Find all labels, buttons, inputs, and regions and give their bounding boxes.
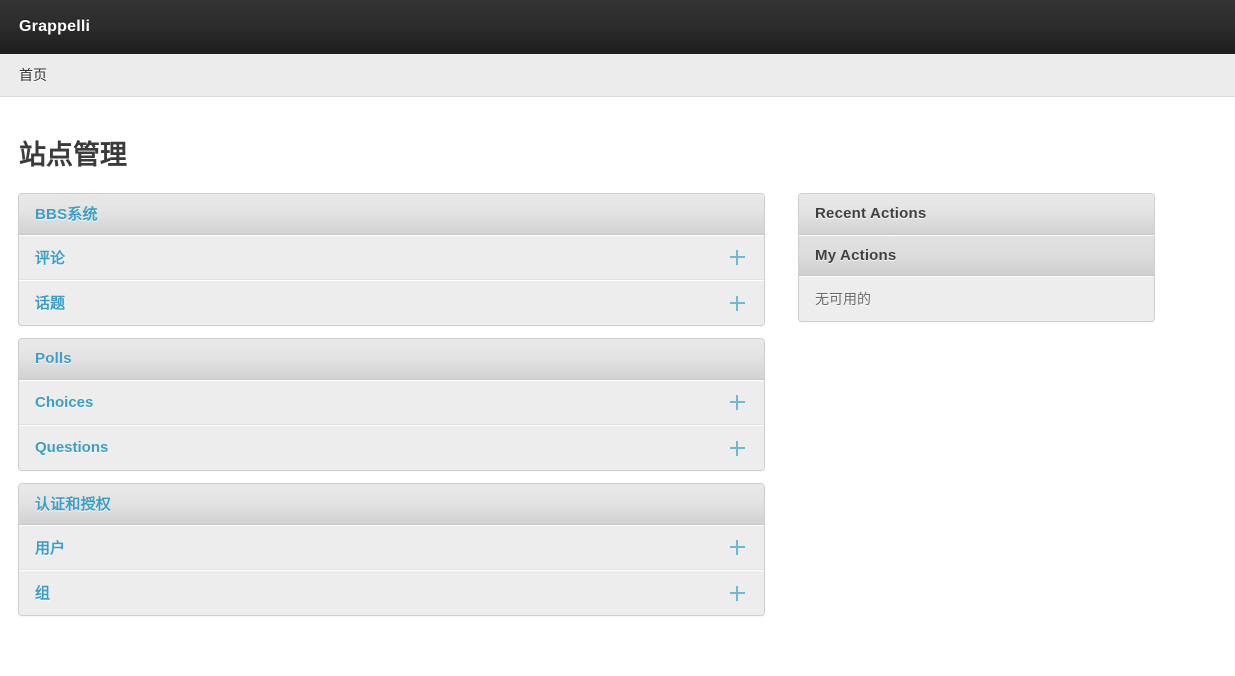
recent-actions-module: Recent Actions My Actions 无可用的	[798, 193, 1155, 322]
breadcrumb: 首页	[0, 54, 1235, 97]
page-title: 站点管理	[0, 97, 1235, 171]
plus-icon[interactable]	[726, 437, 748, 459]
app-module-title: Polls	[35, 350, 72, 367]
model-row[interactable]: 评论	[19, 235, 764, 280]
model-link[interactable]: 评论	[35, 247, 726, 268]
app-module-title: 认证和授权	[35, 493, 111, 514]
model-row[interactable]: 用户	[19, 525, 764, 570]
recent-actions-header: Recent Actions	[799, 194, 1154, 235]
breadcrumb-item-home[interactable]: 首页	[19, 65, 47, 85]
recent-actions-title: Recent Actions	[815, 205, 926, 222]
model-link[interactable]: 话题	[35, 292, 726, 313]
model-link[interactable]: Choices	[35, 394, 726, 411]
plus-icon[interactable]	[726, 391, 748, 413]
plus-icon[interactable]	[726, 582, 748, 604]
model-link[interactable]: 用户	[35, 537, 726, 558]
app-module-header[interactable]: BBS系统	[19, 194, 764, 235]
model-row[interactable]: Choices	[19, 380, 764, 425]
model-row[interactable]: Questions	[19, 425, 764, 470]
columns-wrapper: BBS系统 评论 话题 Polls Choices	[0, 171, 1235, 616]
site-header: Grappelli	[0, 0, 1235, 54]
app-module-header[interactable]: 认证和授权	[19, 484, 764, 525]
my-actions-title: My Actions	[815, 247, 896, 264]
app-module-bbs: BBS系统 评论 话题	[18, 193, 765, 326]
app-list-column: BBS系统 评论 话题 Polls Choices	[18, 193, 765, 616]
plus-icon[interactable]	[726, 246, 748, 268]
content-area: 站点管理 BBS系统 评论 话题 Polls	[0, 97, 1235, 616]
app-module-header[interactable]: Polls	[19, 339, 764, 380]
recent-actions-empty-text: 无可用的	[815, 289, 1138, 309]
brand-title[interactable]: Grappelli	[19, 18, 90, 36]
my-actions-subheader: My Actions	[799, 235, 1154, 276]
recent-actions-empty-row: 无可用的	[799, 276, 1154, 321]
app-module-polls: Polls Choices Questions	[18, 338, 765, 471]
model-row[interactable]: 组	[19, 570, 764, 615]
app-module-title: BBS系统	[35, 203, 98, 224]
model-row[interactable]: 话题	[19, 280, 764, 325]
plus-icon[interactable]	[726, 536, 748, 558]
model-link[interactable]: Questions	[35, 439, 726, 456]
plus-icon[interactable]	[726, 292, 748, 314]
recent-actions-column: Recent Actions My Actions 无可用的	[798, 193, 1155, 322]
app-module-auth: 认证和授权 用户 组	[18, 483, 765, 616]
model-link[interactable]: 组	[35, 582, 726, 603]
